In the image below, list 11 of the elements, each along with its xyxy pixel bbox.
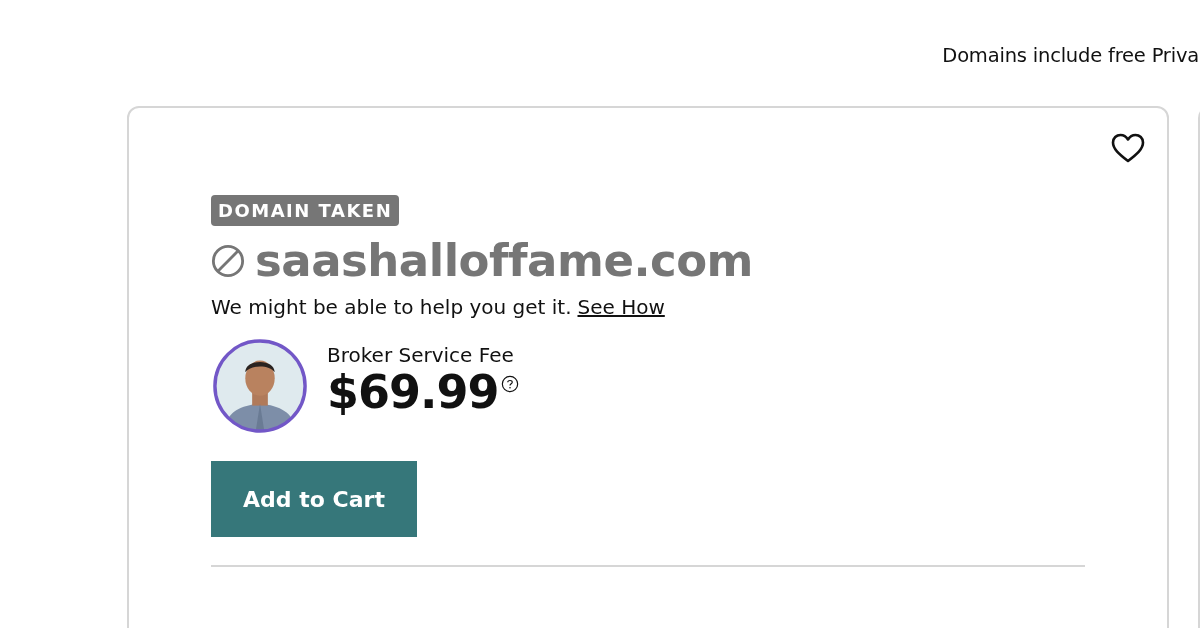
fee-label: Broker Service Fee (327, 343, 515, 367)
price: $69.99 (327, 367, 499, 418)
help-text: We might be able to help you get it. (211, 295, 572, 319)
notice-text: Domains include free Priva (942, 44, 1199, 62)
domain-name: saashalloffame.com (255, 234, 753, 287)
status-badge: DOMAIN TAKEN (211, 195, 400, 226)
add-to-cart-button[interactable]: Add to Cart (211, 461, 417, 537)
see-how-link[interactable]: See How (577, 295, 665, 319)
unavailable-icon (211, 243, 245, 278)
help-icon[interactable] (500, 375, 519, 393)
heart-icon[interactable] (1111, 133, 1145, 163)
